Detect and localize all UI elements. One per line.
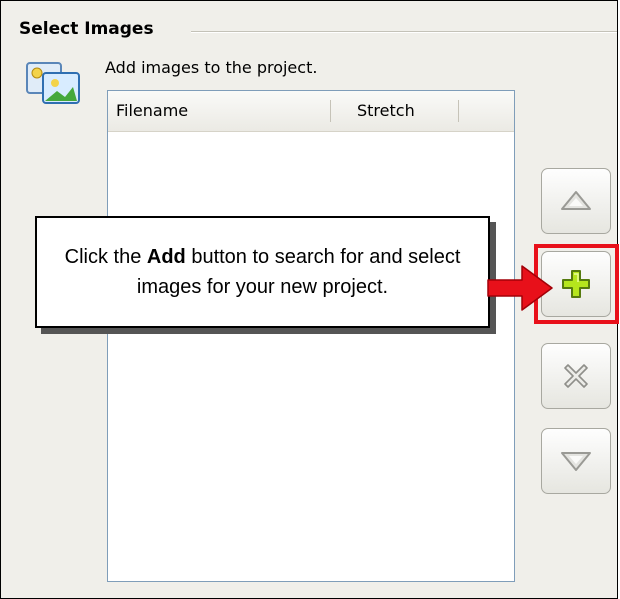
group-divider-highlight [191,32,617,33]
callout-text-prefix: Click the [64,246,147,268]
column-header-filename[interactable]: Filename [116,91,188,131]
move-up-button[interactable] [541,168,611,234]
column-separator[interactable] [458,100,459,122]
description-text: Add images to the project. [105,58,318,77]
column-header-stretch[interactable]: Stretch [357,91,415,131]
arrow-up-icon [561,191,591,210]
pointer-arrow-icon [487,265,553,311]
callout-text-suffix: button to search for and select images f… [136,246,461,298]
arrow-down-icon [561,452,591,471]
callout-text-bold: Add [146,246,186,268]
list-header: Filename Stretch [108,91,514,132]
image-list[interactable]: Filename Stretch [107,90,515,582]
images-icon [26,62,80,104]
instruction-callout: Click the Add button to search for and s… [35,216,490,328]
callout-text: Click the Add button to search for and s… [55,242,470,302]
x-icon [564,364,588,388]
remove-button[interactable] [541,343,611,409]
group-title: Select Images [19,19,162,39]
column-separator[interactable] [330,100,331,122]
move-down-button[interactable] [541,428,611,494]
